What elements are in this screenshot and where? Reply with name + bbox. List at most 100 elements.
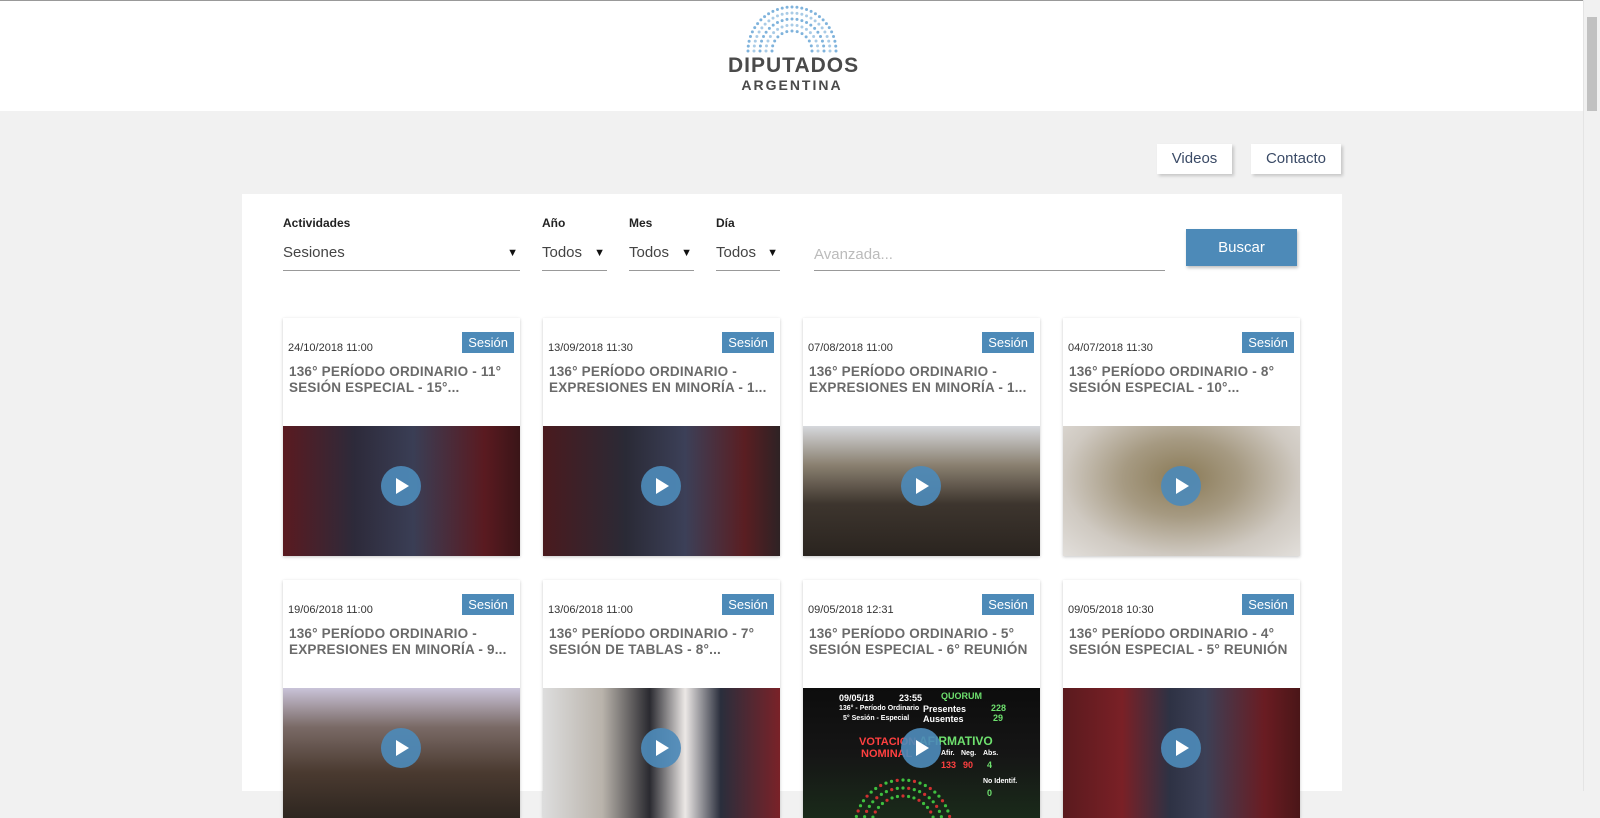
- seat-dot: [943, 804, 948, 808]
- play-icon[interactable]: [901, 728, 941, 768]
- session-badge: Sesión: [1242, 332, 1294, 353]
- logo-seat-dot: [772, 31, 776, 35]
- logo-seat-dot: [790, 11, 794, 15]
- video-thumbnail[interactable]: [283, 688, 520, 818]
- logo-seat-dot: [775, 14, 779, 18]
- dropdown-arrow-icon: ▼: [767, 247, 778, 259]
- video-card[interactable]: 19/06/2018 11:00 Sesión 136° PERÍODO ORD…: [283, 580, 520, 818]
- dropdown-arrow-icon: ▼: [507, 247, 518, 259]
- actividades-select[interactable]: Sesiones ▼: [283, 238, 520, 271]
- card-title[interactable]: 136° PERÍODO ORDINARIO - EXPRESIONES EN …: [549, 364, 777, 396]
- logo-seat-dot: [752, 49, 756, 53]
- play-icon[interactable]: [901, 466, 941, 506]
- play-icon[interactable]: [1161, 728, 1201, 768]
- video-card[interactable]: 09/05/2018 12:31 Sesión 136° PERÍODO ORD…: [803, 580, 1040, 818]
- play-icon[interactable]: [1161, 466, 1201, 506]
- seat-dot: [890, 796, 894, 800]
- logo-seat-dot: [795, 24, 799, 27]
- filter-ano[interactable]: Año Todos ▼: [542, 216, 607, 271]
- filter-dia[interactable]: Día Todos ▼: [716, 216, 780, 271]
- logo-seat-dot: [822, 49, 826, 53]
- logo-seat-dot: [775, 20, 779, 24]
- logo-seat-dot: [750, 30, 754, 34]
- filter-actividades[interactable]: Actividades Sesiones ▼: [283, 216, 520, 271]
- video-thumbnail[interactable]: [543, 426, 780, 556]
- video-thumbnail[interactable]: [1063, 426, 1300, 556]
- video-thumbnail[interactable]: [283, 426, 520, 556]
- logo-seat-dot: [795, 30, 799, 34]
- seat-dot: [895, 794, 900, 799]
- dia-select[interactable]: Todos ▼: [716, 238, 780, 271]
- logo-seat-dot: [758, 49, 762, 53]
- play-icon[interactable]: [641, 466, 681, 506]
- actividades-label: Actividades: [283, 216, 351, 230]
- video-card[interactable]: 13/06/2018 11:00 Sesión 136° PERÍODO ORD…: [543, 580, 780, 818]
- card-title[interactable]: 136° PERÍODO ORDINARIO - EXPRESIONES EN …: [809, 364, 1037, 396]
- card-title[interactable]: 136° PERÍODO ORDINARIO - 5° SESIÓN ESPEC…: [809, 626, 1037, 658]
- play-icon[interactable]: [381, 466, 421, 506]
- logo-seat-dot: [773, 39, 777, 43]
- card-title[interactable]: 136° PERÍODO ORDINARIO - 4° SESIÓN ESPEC…: [1069, 626, 1297, 658]
- logo-seat-dot: [800, 6, 804, 10]
- seat-dot: [865, 809, 869, 813]
- seat-dot: [929, 810, 933, 814]
- buscar-button[interactable]: Buscar: [1186, 229, 1297, 266]
- logo-seat-dot: [827, 26, 831, 30]
- logo-seat-dot: [834, 44, 838, 48]
- video-card[interactable]: 13/09/2018 11:30 Sesión 136° PERÍODO ORD…: [543, 318, 780, 556]
- logo-seat-dot: [790, 29, 794, 33]
- ano-select[interactable]: Todos ▼: [542, 238, 607, 271]
- logo-seat-dot: [810, 49, 814, 53]
- logo-seat-dot: [752, 44, 756, 48]
- filter-mes[interactable]: Mes Todos ▼: [629, 216, 694, 271]
- seat-dot: [935, 804, 939, 808]
- ano-label: Año: [542, 216, 566, 230]
- logo-seat-dot: [775, 7, 779, 11]
- logo-seat-dot: [805, 20, 809, 24]
- video-thumbnail[interactable]: 09/05/18 23:55 QUORUM 136° - Período Ord…: [803, 688, 1040, 818]
- seat-dot: [927, 796, 931, 800]
- seat-dot: [940, 799, 945, 803]
- logo-seat-dot: [813, 19, 817, 23]
- video-thumbnail[interactable]: [543, 688, 780, 818]
- seat-dot: [946, 809, 950, 813]
- card-title[interactable]: 136° PERÍODO ORDINARIO - 8° SESIÓN ESPEC…: [1069, 364, 1297, 396]
- nav-videos-button[interactable]: Videos: [1157, 144, 1232, 174]
- video-thumbnail[interactable]: [1063, 688, 1300, 818]
- seat-dot: [884, 781, 888, 785]
- search-input[interactable]: [814, 238, 1165, 271]
- seat-dot: [912, 779, 917, 783]
- diputados-logo[interactable]: DIPUTADOS ARGENTINA: [728, 5, 858, 105]
- video-card[interactable]: 04/07/2018 11:30 Sesión 136° PERÍODO ORD…: [1063, 318, 1300, 556]
- video-card[interactable]: 24/10/2018 11:00 Sesión 136° PERÍODO ORD…: [283, 318, 520, 556]
- video-card[interactable]: 07/08/2018 11:00 Sesión 136° PERÍODO ORD…: [803, 318, 1040, 556]
- scrollbar-thumb[interactable]: [1587, 17, 1597, 111]
- logo-seat-dot: [819, 34, 823, 38]
- logo-subtitle: ARGENTINA: [741, 77, 843, 93]
- video-card[interactable]: 09/05/2018 10:30 Sesión 136° PERÍODO ORD…: [1063, 580, 1300, 818]
- logo-seat-dot: [790, 23, 794, 27]
- seat-dot: [917, 798, 921, 802]
- video-thumbnail[interactable]: [803, 426, 1040, 556]
- dropdown-arrow-icon: ▼: [681, 247, 692, 259]
- logo-seat-dot: [771, 16, 775, 20]
- logo-seat-dot: [785, 30, 789, 34]
- mes-select[interactable]: Todos ▼: [629, 238, 694, 271]
- seat-dot: [901, 778, 905, 782]
- card-title[interactable]: 136° PERÍODO ORDINARIO - 7° SESIÓN DE TA…: [549, 626, 777, 658]
- play-icon[interactable]: [641, 728, 681, 768]
- logo-seat-dot: [816, 49, 820, 53]
- seat-dot: [873, 810, 877, 814]
- nav-contacto-button[interactable]: Contacto: [1251, 144, 1341, 174]
- logo-seat-dot: [805, 14, 809, 18]
- card-title[interactable]: 136° PERÍODO ORDINARIO - 11° SESIÓN ESPE…: [289, 364, 517, 396]
- logo-seat-dot: [776, 35, 780, 39]
- card-title[interactable]: 136° PERÍODO ORDINARIO - EXPRESIONES EN …: [289, 626, 517, 658]
- logo-seat-dot: [817, 22, 821, 26]
- seat-dot: [928, 786, 932, 791]
- vertical-scrollbar[interactable]: [1583, 0, 1600, 791]
- logo-seat-dot: [785, 5, 789, 9]
- play-icon[interactable]: [381, 728, 421, 768]
- logo-seat-dot: [808, 31, 812, 35]
- logo-seat-dot: [790, 5, 794, 9]
